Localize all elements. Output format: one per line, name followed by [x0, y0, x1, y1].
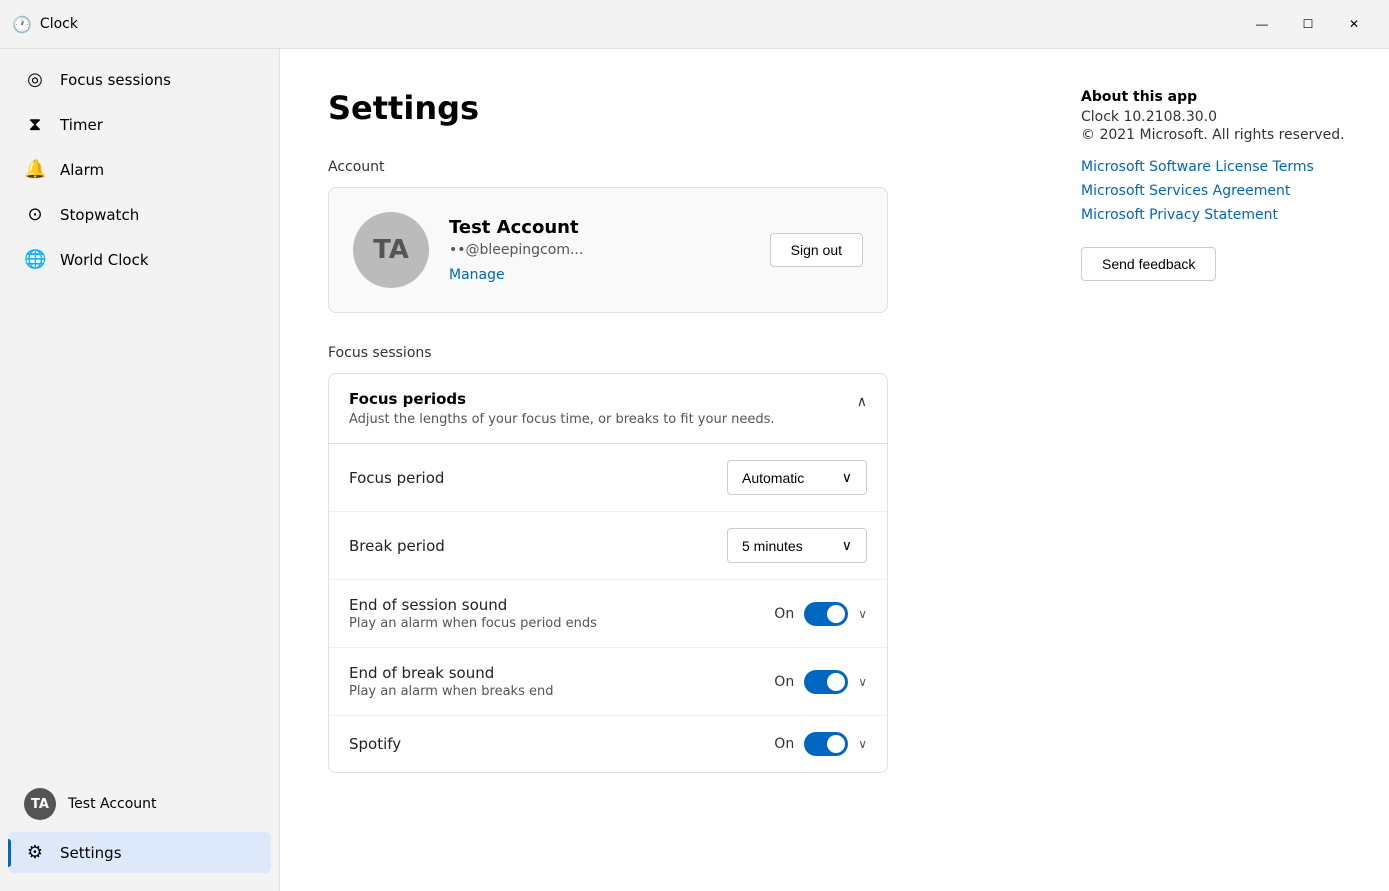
- sidebar-item-alarm[interactable]: 🔔 Alarm: [8, 149, 271, 190]
- spotify-controls: On ∨: [774, 732, 867, 756]
- sidebar-label-settings: Settings: [60, 844, 122, 862]
- spotify-toggle-label: On: [774, 736, 794, 752]
- about-version: Clock 10.2108.30.0: [1081, 109, 1357, 125]
- minimize-button[interactable]: —: [1239, 8, 1285, 40]
- end-session-sound-label: End of session sound: [349, 596, 597, 614]
- send-feedback-button[interactable]: Send feedback: [1081, 247, 1216, 281]
- break-period-row: Break period 5 minutes ∨: [329, 512, 887, 580]
- end-break-sound-chevron[interactable]: ∨: [858, 675, 867, 689]
- end-session-sound-controls: On ∨: [774, 602, 867, 626]
- sidebar-label-focus-sessions: Focus sessions: [60, 71, 171, 89]
- stopwatch-icon: ⊙: [24, 204, 46, 225]
- account-name: Test Account: [449, 217, 750, 238]
- title-bar-title: Clock: [40, 16, 78, 32]
- maximize-button[interactable]: ☐: [1285, 8, 1331, 40]
- about-copyright: © 2021 Microsoft. All rights reserved.: [1081, 127, 1357, 143]
- title-bar-left: 🕐 Clock: [12, 15, 78, 34]
- end-break-sound-controls: On ∨: [774, 670, 867, 694]
- chevron-up-icon: ∧: [857, 394, 867, 410]
- app-container: ◎ Focus sessions ⧗ Timer 🔔 Alarm ⊙ Stopw…: [0, 49, 1389, 891]
- sidebar-label-stopwatch: Stopwatch: [60, 206, 139, 224]
- active-indicator: [8, 839, 11, 867]
- spotify-label: Spotify: [349, 735, 401, 753]
- end-break-sound-sublabel: Play an alarm when breaks end: [349, 684, 553, 699]
- sidebar-item-stopwatch[interactable]: ⊙ Stopwatch: [8, 194, 271, 235]
- sidebar-user-name: Test Account: [68, 796, 157, 812]
- focus-periods-title: Focus periods: [349, 390, 775, 408]
- end-break-sound-row: End of break sound Play an alarm when br…: [329, 648, 887, 716]
- focus-sessions-card: Focus periods Adjust the lengths of your…: [328, 373, 888, 773]
- about-title: About this app: [1081, 89, 1357, 105]
- world-clock-icon: 🌐: [24, 249, 46, 270]
- focus-period-chevron: ∨: [842, 469, 852, 486]
- sidebar-label-alarm: Alarm: [60, 161, 104, 179]
- account-avatar: TA: [353, 212, 429, 288]
- sidebar: ◎ Focus sessions ⧗ Timer 🔔 Alarm ⊙ Stopw…: [0, 49, 280, 891]
- spotify-chevron[interactable]: ∨: [858, 737, 867, 751]
- privacy-link[interactable]: Microsoft Privacy Statement: [1081, 207, 1357, 223]
- break-period-dropdown[interactable]: 5 minutes ∨: [727, 528, 867, 563]
- break-period-label: Break period: [349, 537, 445, 555]
- focus-period-label: Focus period: [349, 469, 444, 487]
- break-period-chevron: ∨: [842, 537, 852, 554]
- spotify-text: Spotify: [349, 735, 401, 753]
- settings-icon: ⚙: [24, 842, 46, 863]
- focus-periods-header[interactable]: Focus periods Adjust the lengths of your…: [329, 374, 887, 444]
- sign-out-button[interactable]: Sign out: [770, 233, 863, 267]
- end-session-sound-text: End of session sound Play an alarm when …: [349, 596, 597, 631]
- sidebar-user-item[interactable]: TA Test Account: [8, 778, 271, 830]
- account-info: Test Account ••@bleepingcom... Manage: [449, 217, 750, 283]
- sidebar-item-world-clock[interactable]: 🌐 World Clock: [8, 239, 271, 280]
- focus-period-row: Focus period Automatic ∨: [329, 444, 887, 512]
- license-link[interactable]: Microsoft Software License Terms: [1081, 159, 1357, 175]
- spotify-toggle[interactable]: [804, 732, 848, 756]
- sidebar-item-focus-sessions[interactable]: ◎ Focus sessions: [8, 59, 271, 100]
- account-email: ••@bleepingcom...: [449, 242, 750, 258]
- sidebar-label-timer: Timer: [60, 116, 103, 134]
- manage-link[interactable]: Manage: [449, 267, 505, 283]
- focus-sessions-icon: ◎: [24, 69, 46, 90]
- focus-periods-subtitle: Adjust the lengths of your focus time, o…: [349, 412, 775, 427]
- right-panel: About this app Clock 10.2108.30.0 © 2021…: [1049, 49, 1389, 891]
- settings-item-wrapper: ⚙ Settings: [0, 832, 279, 873]
- sidebar-item-settings[interactable]: ⚙ Settings: [8, 832, 271, 873]
- title-bar: 🕐 Clock — ☐ ✕: [0, 0, 1389, 49]
- sidebar-label-world-clock: World Clock: [60, 251, 149, 269]
- close-button[interactable]: ✕: [1331, 8, 1377, 40]
- end-session-sound-sublabel: Play an alarm when focus period ends: [349, 616, 597, 631]
- end-break-sound-text: End of break sound Play an alarm when br…: [349, 664, 553, 699]
- end-session-sound-toggle-label: On: [774, 606, 794, 622]
- end-break-sound-label: End of break sound: [349, 664, 553, 682]
- end-session-sound-row: End of session sound Play an alarm when …: [329, 580, 887, 648]
- end-session-sound-chevron[interactable]: ∨: [858, 607, 867, 621]
- page-title: Settings: [328, 89, 1001, 127]
- end-session-sound-toggle[interactable]: [804, 602, 848, 626]
- title-bar-controls: — ☐ ✕: [1239, 8, 1377, 40]
- spotify-row: Spotify On ∨: [329, 716, 887, 772]
- focus-sessions-section-label: Focus sessions: [328, 345, 1001, 361]
- alarm-icon: 🔔: [24, 159, 46, 180]
- main-content: Settings Account TA Test Account ••@blee…: [280, 49, 1049, 891]
- avatar-small: TA: [24, 788, 56, 820]
- sidebar-item-timer[interactable]: ⧗ Timer: [8, 104, 271, 145]
- account-card: TA Test Account ••@bleepingcom... Manage…: [328, 187, 888, 313]
- clock-icon: 🕐: [12, 15, 32, 34]
- focus-periods-header-text: Focus periods Adjust the lengths of your…: [349, 390, 775, 427]
- services-link[interactable]: Microsoft Services Agreement: [1081, 183, 1357, 199]
- end-break-sound-toggle-label: On: [774, 674, 794, 690]
- end-break-sound-toggle[interactable]: [804, 670, 848, 694]
- timer-icon: ⧗: [24, 114, 46, 135]
- sidebar-bottom: TA Test Account ⚙ Settings: [0, 776, 279, 883]
- focus-period-value: Automatic: [742, 470, 804, 486]
- break-period-value: 5 minutes: [742, 538, 803, 554]
- focus-period-dropdown[interactable]: Automatic ∨: [727, 460, 867, 495]
- account-section-label: Account: [328, 159, 1001, 175]
